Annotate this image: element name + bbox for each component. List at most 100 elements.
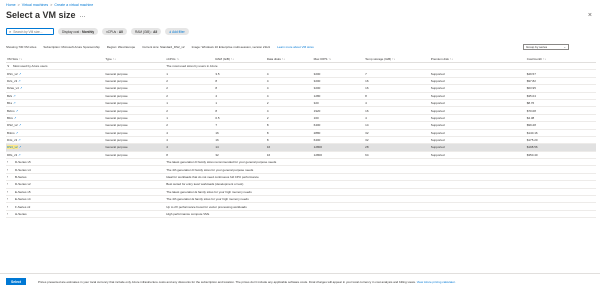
series-row[interactable]: › F-Series v2 Up to 2X performance boost f… [6,202,596,211]
vm-size-name: DS2_v2↗ [6,121,105,130]
series-name: F-Series v2 [15,204,31,209]
vm-size-row[interactable]: B2s↗ General purpose 2 4 4 1280 8 Supported $35.… [6,92,596,100]
cell-ram: 4 [214,92,266,100]
ram-filter[interactable]: RAM (GiB) : All [130,28,162,35]
cell-premium: Supported [429,136,526,145]
vm-size-name-text[interactable]: D2as_v4 [7,86,19,90]
vm-size-name: DS3_v2↗ [6,143,105,152]
cell-temp: 32 [364,136,430,145]
vm-size-row[interactable]: DS3_v2↗ General purpose 4 14 16 12800 28 Suppor… [6,143,596,152]
cell-temp: 16 [364,84,430,93]
cell-vcpus: 2 [165,92,215,100]
select-button[interactable]: Select [6,278,26,285]
search-input[interactable] [13,29,54,34]
cell-iops: 6400 [312,136,365,145]
vm-size-name-text[interactable]: D2s_v3 [7,79,17,83]
vm-size-row[interactable]: D2as_v4↗ General purpose 2 8 4 3200 16 Supporte… [6,84,596,93]
vm-size-name: D2s_v3↗ [6,77,105,86]
cell-cost: $175.20 [525,136,596,145]
vm-size-name-text[interactable]: B1s [7,101,12,105]
cell-cost: $99.28 [525,121,596,130]
group-by-dropdown[interactable]: Group by series ⌄ [523,44,569,50]
series-description: The latest generation E family sizes for… [165,188,596,197]
cell-ram: 1 [214,99,266,108]
vm-size-name-text[interactable]: DS2_v2 [7,123,18,127]
series-row[interactable]: › D-Series v5 The latest generation D fami… [6,158,596,167]
breadcrumb-home[interactable]: Home [6,3,16,7]
learn-more-link[interactable]: Learn more about VM sizes [277,45,314,49]
cell-vcpus: 1 [165,99,215,108]
series-row[interactable]: › E-Series v4 The 4th generation E family … [6,195,596,204]
vm-size-name-text[interactable]: DS3_v2 [7,145,18,150]
chevron-right-icon[interactable]: › [7,175,11,179]
chevron-right-icon[interactable]: › [7,205,11,209]
vm-size-row[interactable]: D2s_v3↗ General purpose 2 8 4 3200 16 Supported… [6,77,596,86]
ram-filter-value: All [153,29,158,34]
add-filter-button[interactable]: ⩲ Add filter [165,28,189,35]
vm-size-row[interactable]: B1ls↗ General purpose 1 0.5 2 160 4 Supported $4… [6,114,596,123]
series-row[interactable]: › B-Series Ideal for workloads that do not… [6,173,596,182]
series-row[interactable]: › H-Series High performance compute VMs [6,210,596,219]
add-filter-label: Add filter [172,29,185,34]
vm-size-row[interactable]: D4s_v3↗ General purpose 4 16 8 6400 32 Supporte… [6,136,596,145]
chevron-right-icon[interactable]: › [7,182,11,186]
cell-premium: Supported [429,99,526,108]
vm-size-name-text[interactable]: DS1_v2 [7,72,18,76]
vm-size-name-text[interactable]: B4ms [7,131,15,135]
vm-size-row[interactable]: DS1_v2↗ General purpose 1 3.5 4 3200 7 Supporte… [6,69,596,78]
breadcrumb-virtual-machines[interactable]: Virtual machines [22,3,49,7]
sort-icon: ↑↓ [543,57,547,61]
chevron-right-icon[interactable]: › [7,197,11,201]
more-options-icon[interactable]: ... [80,12,86,19]
series-row[interactable]: › D-Series v2 Best suited for entry level … [6,180,596,189]
vm-size-name-text[interactable]: D8s_v3 [7,153,17,157]
cell-iops: 3200 [312,69,365,78]
cell-vcpus: 1 [165,114,215,123]
pricing-calculator-link[interactable]: View Azure pricing calculator. [417,280,456,284]
vm-size-row[interactable]: B2ms↗ General purpose 2 8 4 1920 16 Supported $7… [6,106,596,115]
cell-iops: 12800 [312,143,365,152]
chevron-right-icon[interactable]: › [7,190,11,194]
trending-icon: ↗ [18,152,21,157]
chevron-right-icon[interactable]: › [7,168,11,172]
group-row-most-used[interactable]: ∨ Most used by Azure users The most used … [6,62,596,71]
cell-disks: 4 [265,84,313,93]
cell-cost: $8.76 [525,99,596,108]
series-row[interactable]: › D-Series v4 The 4th generation D family … [6,165,596,174]
cell-cost: $4.38 [525,114,596,123]
search-box[interactable]: ⌕ [6,28,54,35]
series-name: D-Series v4 [15,167,31,172]
vm-size-row[interactable]: D8s_v3↗ General purpose 8 32 16 12800 64 Suppor… [6,151,596,160]
cell-vcpus: 8 [165,151,215,160]
vcpus-filter[interactable]: vCPUs : All [102,28,127,35]
vm-size-name: DS1_v2↗ [6,69,105,78]
series-row[interactable]: › E-Series v5 The latest generation E fami… [6,188,596,197]
vm-size-row[interactable]: DS2_v2↗ General purpose 2 7 8 6400 14 Supported… [6,121,596,130]
cell-type: General purpose [104,77,166,86]
vm-size-row[interactable]: B4ms↗ General purpose 4 16 8 2880 32 Supported $… [6,129,596,137]
chevron-right-icon[interactable]: › [7,212,11,216]
vm-size-name-text[interactable]: D4s_v3 [7,138,17,142]
footer: Select Prices presented are estimates in… [0,273,600,289]
cell-iops: 1920 [312,106,365,115]
cell-iops: 160 [312,114,365,123]
vm-size-name-text[interactable]: B1ls [7,116,13,120]
sort-icon: ↑↓ [176,57,180,61]
close-icon[interactable]: × [588,12,592,19]
chevron-down-icon[interactable]: ∨ [7,64,11,68]
series-description: The latest generation D family sizes rec… [165,158,596,167]
cell-vcpus: 2 [165,106,215,115]
cell-temp: 7 [364,69,430,78]
display-cost-filter[interactable]: Display cost : Monthly [58,28,99,35]
breadcrumb-create-vm[interactable]: Create a virtual machine [54,3,93,7]
cell-disks: 2 [265,99,313,108]
cell-vcpus: 4 [165,129,215,137]
chevron-right-icon[interactable]: › [7,160,11,164]
series-description: The 4th generation E family sizes for yo… [165,195,596,204]
vm-size-row[interactable]: B1s↗ General purpose 1 1 2 320 4 Supported $8.76 [6,99,596,108]
vm-size-name: D8s_v3↗ [6,151,105,160]
breadcrumb: Home > Virtual machines > Create a virtu… [6,3,93,7]
vm-size-name-text[interactable]: B2ms [7,109,15,113]
vm-size-name-text[interactable]: B2s [7,94,12,98]
pricing-note: Prices presented are estimates in your l… [38,280,456,284]
